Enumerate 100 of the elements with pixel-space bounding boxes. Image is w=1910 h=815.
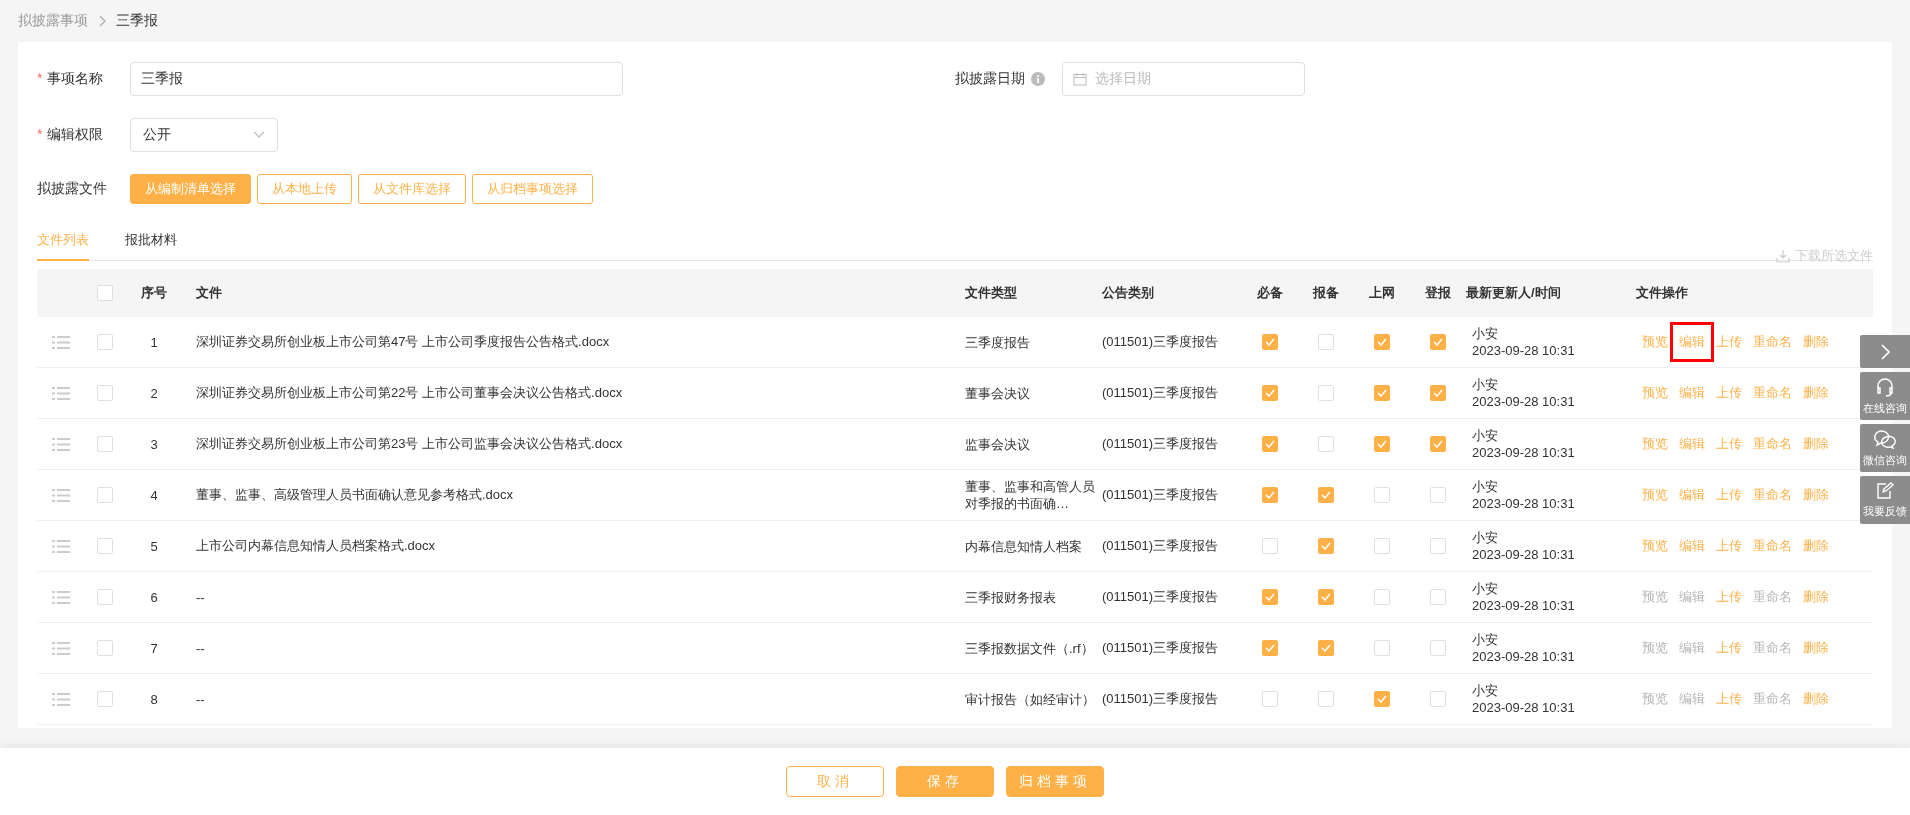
checkbox[interactable] bbox=[1318, 334, 1334, 350]
action-link[interactable]: 重命名 bbox=[1753, 435, 1792, 453]
action-link[interactable]: 编辑 bbox=[1670, 322, 1714, 362]
action-link[interactable]: 删除 bbox=[1803, 384, 1829, 402]
drag-handle-icon[interactable] bbox=[52, 437, 70, 451]
drag-handle-icon[interactable] bbox=[52, 335, 70, 349]
checkbox[interactable] bbox=[1374, 436, 1390, 452]
date-field[interactable]: 选择日期 bbox=[1062, 62, 1305, 96]
source-button[interactable]: 从文件库选择 bbox=[358, 174, 466, 204]
action-link[interactable]: 编辑 bbox=[1679, 486, 1705, 504]
action-link[interactable]: 删除 bbox=[1803, 690, 1829, 708]
action-link[interactable]: 删除 bbox=[1803, 588, 1829, 606]
action-link[interactable]: 上传 bbox=[1716, 384, 1742, 402]
checkbox[interactable] bbox=[1374, 538, 1390, 554]
action-link[interactable]: 上传 bbox=[1716, 588, 1742, 606]
source-button[interactable]: 从编制清单选择 bbox=[130, 174, 251, 204]
checkbox[interactable] bbox=[1430, 334, 1446, 350]
checkbox[interactable] bbox=[1262, 691, 1278, 707]
action-link[interactable]: 删除 bbox=[1803, 435, 1829, 453]
checkbox[interactable] bbox=[1318, 436, 1334, 452]
action-link[interactable]: 编辑 bbox=[1679, 384, 1705, 402]
action-link[interactable]: 删除 bbox=[1803, 486, 1829, 504]
action-link[interactable]: 重命名 bbox=[1753, 333, 1792, 351]
checkbox[interactable] bbox=[1430, 487, 1446, 503]
checkbox[interactable] bbox=[1318, 589, 1334, 605]
action-link[interactable]: 预览 bbox=[1642, 435, 1668, 453]
action-link[interactable]: 上传 bbox=[1716, 639, 1742, 657]
drag-handle-icon[interactable] bbox=[52, 488, 70, 502]
checkbox[interactable] bbox=[1262, 589, 1278, 605]
checkbox[interactable] bbox=[1374, 334, 1390, 350]
calendar-icon bbox=[1073, 72, 1087, 86]
drag-handle-icon[interactable] bbox=[52, 641, 70, 655]
checkbox[interactable] bbox=[1374, 640, 1390, 656]
footer-button[interactable]: 取消 bbox=[786, 766, 884, 797]
drag-handle-icon[interactable] bbox=[52, 692, 70, 706]
footer-button[interactable]: 保存 bbox=[896, 766, 994, 797]
side-tool-button[interactable]: 我要反馈 bbox=[1860, 476, 1910, 524]
checkbox[interactable] bbox=[1430, 538, 1446, 554]
drag-handle-icon[interactable] bbox=[52, 590, 70, 604]
action-link[interactable]: 重命名 bbox=[1753, 486, 1792, 504]
checkbox[interactable] bbox=[1430, 385, 1446, 401]
checkbox[interactable] bbox=[1262, 334, 1278, 350]
checkbox[interactable] bbox=[1318, 385, 1334, 401]
checkbox[interactable] bbox=[1374, 691, 1390, 707]
checkbox[interactable] bbox=[97, 436, 113, 452]
action-link[interactable]: 上传 bbox=[1716, 537, 1742, 555]
action-link[interactable]: 删除 bbox=[1803, 639, 1829, 657]
checkbox[interactable] bbox=[97, 487, 113, 503]
action-link[interactable]: 删除 bbox=[1803, 537, 1829, 555]
checkbox[interactable] bbox=[1262, 487, 1278, 503]
required-mark: * bbox=[37, 70, 43, 88]
action-link[interactable]: 删除 bbox=[1803, 333, 1829, 351]
checkbox[interactable] bbox=[1262, 436, 1278, 452]
action-link[interactable]: 重命名 bbox=[1753, 384, 1792, 402]
checkbox[interactable] bbox=[97, 285, 113, 301]
checkbox[interactable] bbox=[1262, 538, 1278, 554]
action-link[interactable]: 预览 bbox=[1642, 384, 1668, 402]
checkbox[interactable] bbox=[1318, 691, 1334, 707]
side-tool-button[interactable]: 在线咨询 bbox=[1860, 372, 1910, 420]
checkbox[interactable] bbox=[1374, 589, 1390, 605]
checkbox[interactable] bbox=[97, 538, 113, 554]
checkbox[interactable] bbox=[97, 334, 113, 350]
checkbox[interactable] bbox=[1430, 691, 1446, 707]
table-cell-text: (011501)三季度报告 bbox=[1102, 333, 1220, 351]
breadcrumb-item[interactable]: 拟披露事项 bbox=[18, 12, 88, 30]
footer-button[interactable]: 归档事项 bbox=[1006, 766, 1104, 797]
checkbox[interactable] bbox=[97, 640, 113, 656]
drag-handle-icon[interactable] bbox=[52, 386, 70, 400]
tab[interactable]: 文件列表 bbox=[37, 231, 89, 261]
side-tool-button[interactable]: 微信咨询 bbox=[1860, 424, 1910, 472]
input-field[interactable]: 三季报 bbox=[130, 62, 623, 96]
checkbox[interactable] bbox=[1262, 385, 1278, 401]
checkbox[interactable] bbox=[1318, 538, 1334, 554]
collapse-button[interactable] bbox=[1860, 335, 1910, 368]
action-link[interactable]: 上传 bbox=[1716, 486, 1742, 504]
checkbox[interactable] bbox=[97, 589, 113, 605]
action-link[interactable]: 编辑 bbox=[1679, 537, 1705, 555]
checkbox[interactable] bbox=[1374, 487, 1390, 503]
action-link[interactable]: 预览 bbox=[1642, 537, 1668, 555]
checkbox[interactable] bbox=[1430, 589, 1446, 605]
action-link[interactable]: 预览 bbox=[1642, 333, 1668, 351]
action-link[interactable]: 上传 bbox=[1716, 690, 1742, 708]
checkbox[interactable] bbox=[1374, 385, 1390, 401]
drag-handle-icon[interactable] bbox=[52, 539, 70, 553]
action-link[interactable]: 预览 bbox=[1642, 486, 1668, 504]
checkbox[interactable] bbox=[1318, 640, 1334, 656]
action-link[interactable]: 上传 bbox=[1716, 333, 1742, 351]
checkbox[interactable] bbox=[1430, 640, 1446, 656]
source-button[interactable]: 从归档事项选择 bbox=[472, 174, 593, 204]
checkbox[interactable] bbox=[1262, 640, 1278, 656]
tab[interactable]: 报批材料 bbox=[125, 231, 177, 261]
checkbox[interactable] bbox=[97, 385, 113, 401]
checkbox[interactable] bbox=[1318, 487, 1334, 503]
source-button[interactable]: 从本地上传 bbox=[257, 174, 352, 204]
dropdown[interactable]: 公开 bbox=[130, 118, 278, 152]
action-link[interactable]: 编辑 bbox=[1679, 435, 1705, 453]
action-link[interactable]: 上传 bbox=[1716, 435, 1742, 453]
checkbox[interactable] bbox=[97, 691, 113, 707]
checkbox[interactable] bbox=[1430, 436, 1446, 452]
action-link[interactable]: 重命名 bbox=[1753, 537, 1792, 555]
